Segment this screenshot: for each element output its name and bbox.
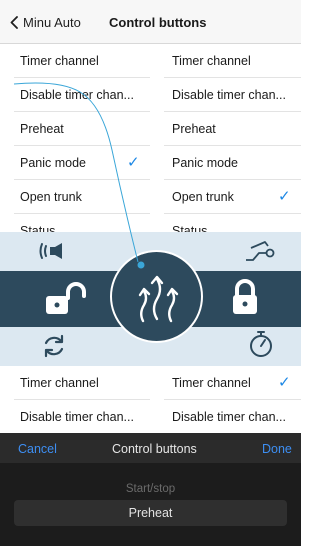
list-row: Disable timer chan... Disable timer chan.… bbox=[0, 400, 301, 434]
cancel-button[interactable]: Cancel bbox=[18, 442, 57, 456]
restart-icon[interactable] bbox=[41, 333, 67, 359]
timer-icon[interactable] bbox=[247, 329, 275, 359]
left-option[interactable]: Timer channel bbox=[20, 366, 150, 400]
picker-option[interactable]: Start/stop bbox=[0, 483, 301, 495]
sheet-title: Control buttons bbox=[112, 442, 197, 456]
picker-selected-option[interactable]: Preheat bbox=[14, 500, 287, 526]
checkmark-icon: ✓ bbox=[278, 374, 291, 391]
left-option[interactable]: Disable timer chan... bbox=[20, 400, 150, 434]
right-option[interactable]: Disable timer chan... bbox=[172, 400, 298, 434]
bottom-sheet: Cancel Control buttons Done Start/stop P… bbox=[0, 433, 301, 546]
list-row: Timer channel Timer channel ✓ bbox=[0, 366, 301, 400]
done-button[interactable]: Done bbox=[262, 442, 292, 456]
connector-line bbox=[13, 82, 145, 269]
